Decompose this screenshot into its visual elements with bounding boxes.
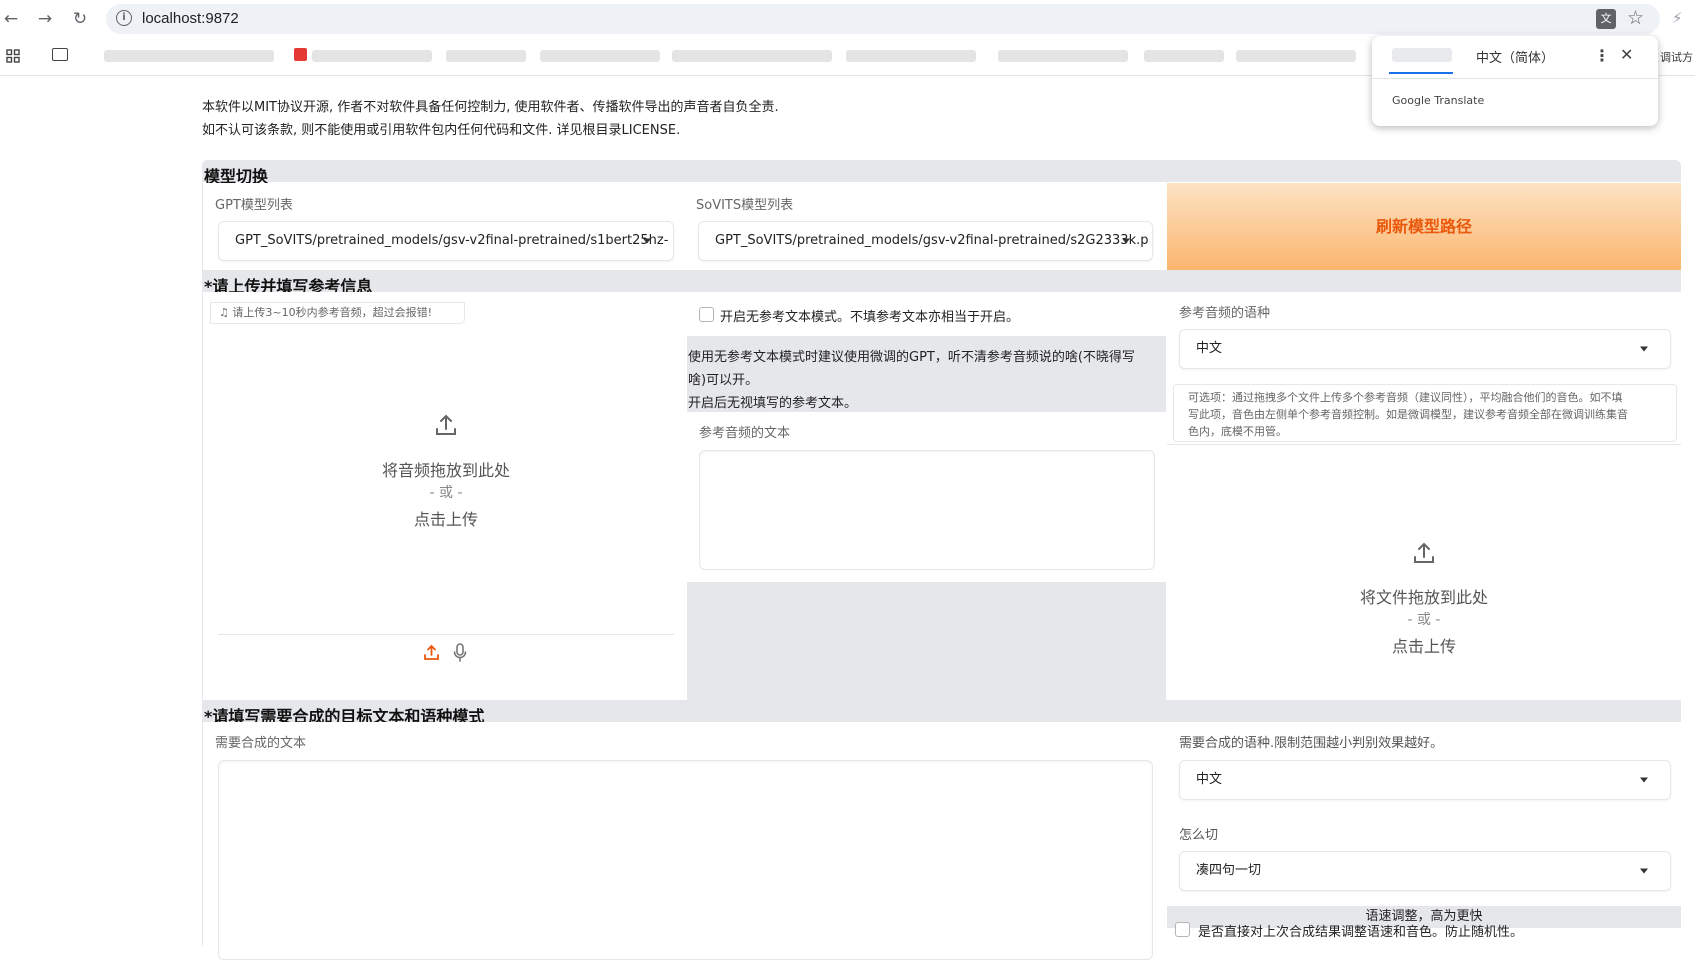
gpt-model-dropdown[interactable]: GPT_SoVITS/pretrained_models/gsv-v2final… bbox=[218, 221, 674, 261]
bookmark-item[interactable] bbox=[446, 50, 526, 62]
reference-language-value: 中文 bbox=[1196, 341, 1223, 356]
target-language-dropdown[interactable]: 中文 bbox=[1179, 760, 1671, 800]
audio-click-upload: 点击上传 bbox=[413, 510, 478, 529]
site-info-icon[interactable]: i bbox=[116, 10, 132, 26]
address-bar[interactable] bbox=[106, 4, 1660, 34]
bookmark-overflow-label[interactable]: 调试方 bbox=[1660, 49, 1693, 65]
license-notice-line2: 如不认可该条款, 则不能使用或引用软件包内任何代码和文件. 详见根目录LICEN… bbox=[202, 123, 681, 138]
apps-grid-icon[interactable] bbox=[6, 48, 20, 63]
target-text-input[interactable] bbox=[218, 760, 1153, 960]
bookmark-star-icon[interactable]: ☆ bbox=[1627, 7, 1644, 29]
reference-language-label: 参考音频的语种 bbox=[1179, 306, 1271, 321]
target-options-panel: 需要合成的语种.限制范围越小判别效果越好。 中文 怎么切 凑四句一切 语速调整，… bbox=[1167, 722, 1681, 946]
chevron-down-icon bbox=[1640, 346, 1648, 352]
target-language-tab[interactable]: 中文（简体） bbox=[1476, 47, 1554, 66]
reference-text-input[interactable] bbox=[699, 450, 1155, 570]
files-drop-zone[interactable]: 将文件拖放到此处 - 或 - 点击上传 bbox=[1167, 444, 1681, 700]
sovits-model-panel: SoVITS模型列表 GPT_SoVITS/pretrained_models/… bbox=[688, 183, 1166, 270]
multi-reference-hint-line2: 写此项，音色由左侧单个参考音频控制。如是微调模型，建议参考音频全部在微调训练集音 bbox=[1188, 408, 1628, 421]
target-text-label: 需要合成的文本 bbox=[215, 736, 307, 751]
audio-drop-text: 将音频拖放到此处 bbox=[381, 461, 510, 480]
active-tab-indicator bbox=[1389, 72, 1453, 74]
forward-arrow-icon[interactable]: → bbox=[34, 8, 56, 30]
bookmark-item[interactable] bbox=[312, 50, 432, 62]
csdn-favicon-icon bbox=[294, 48, 307, 61]
reference-section bbox=[202, 270, 1681, 292]
folder-icon[interactable] bbox=[52, 48, 68, 61]
bookmark-item[interactable] bbox=[672, 50, 832, 62]
multi-reference-hint-line3: 色内，底模不用管。 bbox=[1188, 425, 1287, 438]
model-switch-section bbox=[202, 160, 1681, 182]
license-notice-line1: 本软件以MIT协议开源, 作者不对软件具备任何控制力, 使用软件者、传播软件导出… bbox=[202, 100, 779, 115]
upload-icon[interactable] bbox=[423, 644, 440, 661]
back-arrow-icon[interactable]: ← bbox=[0, 8, 22, 30]
no-ref-mode-checkbox[interactable] bbox=[699, 307, 714, 322]
reference-audio-panel: ♫ 请上传3~10秒内参考音频，超过会报错! 将音频拖放到此处 - 或 - 点击… bbox=[202, 292, 686, 700]
url-text: localhost:9872 bbox=[142, 10, 239, 27]
bookmark-item[interactable] bbox=[846, 50, 976, 62]
gpt-model-value: GPT_SoVITS/pretrained_models/gsv-v2final… bbox=[235, 233, 669, 248]
sovits-model-label: SoVITS模型列表 bbox=[696, 198, 794, 213]
target-language-label: 需要合成的语种.限制范围越小判别效果越好。 bbox=[1179, 736, 1444, 751]
chevron-down-icon bbox=[643, 238, 651, 244]
upload-icon bbox=[1414, 542, 1434, 563]
upload-icon bbox=[436, 414, 456, 435]
audio-hint-text: 请上传3~10秒内参考音频，超过会报错! bbox=[232, 306, 432, 319]
no-ref-mode-label: 开启无参考文本模式。不填参考文本亦相当于开启。 bbox=[720, 310, 1020, 325]
bookmark-item[interactable] bbox=[1236, 50, 1356, 62]
reload-icon[interactable]: ↻ bbox=[69, 8, 91, 30]
refresh-model-button[interactable]: 刷新模型路径 bbox=[1167, 183, 1681, 270]
chevron-down-icon bbox=[1640, 777, 1648, 783]
cut-method-dropdown[interactable]: 凑四句一切 bbox=[1179, 851, 1671, 891]
bookmark-item[interactable] bbox=[998, 50, 1128, 62]
music-note-icon: ♫ bbox=[219, 306, 233, 319]
sovits-model-value: GPT_SoVITS/pretrained_models/gsv-v2final… bbox=[715, 233, 1149, 248]
audio-hint-badge: ♫ 请上传3~10秒内参考音频，超过会报错! bbox=[210, 302, 465, 324]
multi-reference-hint-line1: 可选项：通过拖拽多个文件上传多个参考音频（建议同性），平均融合他们的音色。如不填 bbox=[1188, 391, 1623, 404]
cut-method-value: 凑四句一切 bbox=[1196, 863, 1262, 878]
no-ref-note-line2: 啥)可以开。 bbox=[688, 373, 759, 388]
google-translate-label: Google Translate bbox=[1392, 94, 1485, 107]
files-click-upload: 点击上传 bbox=[1391, 637, 1456, 656]
translate-popup: 中文（简体） ⋮ ✕ Google Translate bbox=[1372, 36, 1658, 126]
no-ref-mode-row: 开启无参考文本模式。不填参考文本亦相当于开启。 bbox=[687, 292, 1166, 336]
bookmark-item[interactable] bbox=[104, 50, 274, 62]
sovits-model-dropdown[interactable]: GPT_SoVITS/pretrained_models/gsv-v2final… bbox=[698, 221, 1153, 261]
files-drop-or: - 或 - bbox=[1407, 612, 1441, 628]
popup-divider bbox=[1372, 78, 1658, 79]
direct-adjust-checkbox[interactable] bbox=[1175, 922, 1190, 937]
source-language-tab[interactable] bbox=[1392, 48, 1452, 62]
files-drop-text: 将文件拖放到此处 bbox=[1359, 588, 1488, 607]
direct-adjust-label: 是否直接对上次合成结果调整语速和音色。防止随机性。 bbox=[1198, 925, 1524, 940]
bookmark-item[interactable] bbox=[540, 50, 660, 62]
reference-language-dropdown[interactable]: 中文 bbox=[1179, 329, 1671, 369]
target-text-panel: 需要合成的文本 bbox=[202, 722, 1166, 960]
gpt-model-panel: GPT模型列表 GPT_SoVITS/pretrained_models/gsv… bbox=[202, 183, 687, 270]
more-options-icon[interactable]: ⋮ bbox=[1594, 46, 1610, 65]
target-language-value: 中文 bbox=[1196, 772, 1223, 787]
chevron-down-icon bbox=[1122, 238, 1130, 244]
translate-icon[interactable]: 文 bbox=[1596, 9, 1616, 29]
extension-icon[interactable]: ⚡ bbox=[1672, 9, 1683, 27]
multi-reference-hint: 可选项：通过拖拽多个文件上传多个参考音频（建议同性），平均融合他们的音色。如不填… bbox=[1173, 384, 1677, 442]
audio-drop-zone[interactable]: 将音频拖放到此处 - 或 - 点击上传 bbox=[218, 330, 674, 635]
gpt-model-label: GPT模型列表 bbox=[215, 198, 293, 213]
no-ref-note-line3: 开启后无视填写的参考文本。 bbox=[688, 396, 858, 411]
reference-text-label: 参考音频的文本 bbox=[699, 426, 791, 441]
no-ref-note-line1: 使用无参考文本模式时建议使用微调的GPT，听不清参考音频说的啥(不晓得写 bbox=[688, 350, 1135, 365]
upload-divider bbox=[218, 634, 674, 635]
chevron-down-icon bbox=[1640, 868, 1648, 874]
cut-method-label: 怎么切 bbox=[1179, 828, 1219, 843]
bookmark-item[interactable] bbox=[1144, 50, 1224, 62]
microphone-icon[interactable] bbox=[453, 643, 467, 662]
audio-drop-or: - 或 - bbox=[429, 485, 463, 501]
reference-language-panel: 参考音频的语种 中文 可选项：通过拖拽多个文件上传多个参考音频（建议同性），平均… bbox=[1167, 292, 1681, 700]
close-icon[interactable]: ✕ bbox=[1620, 45, 1633, 64]
reference-text-panel: 参考音频的文本 bbox=[687, 412, 1166, 582]
